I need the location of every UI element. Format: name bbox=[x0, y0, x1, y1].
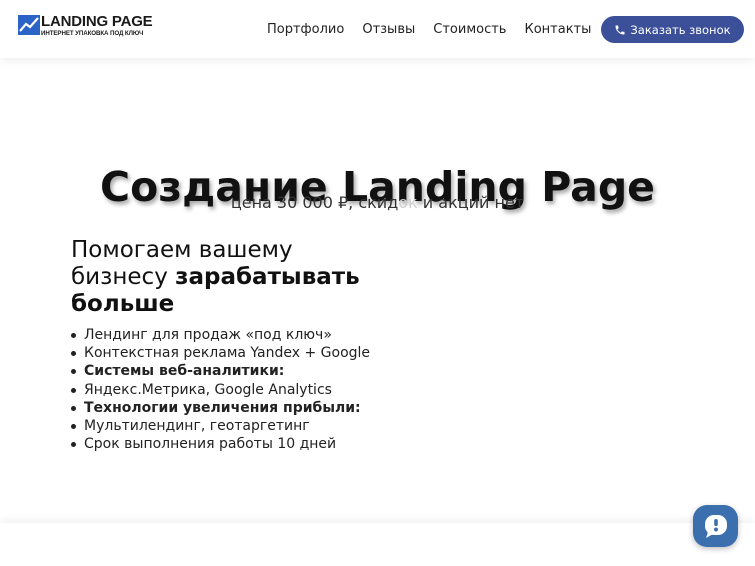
feature-item: Мультилендинг, геотаргетинг bbox=[70, 417, 370, 435]
nav-portfolio[interactable]: Портфолио bbox=[267, 22, 344, 37]
logo-title: LANDING PAGE bbox=[41, 13, 153, 30]
order-call-button[interactable]: Заказать звонок bbox=[601, 16, 744, 43]
nav-pricing[interactable]: Стоимость bbox=[433, 22, 506, 37]
nav-reviews[interactable]: Отзывы bbox=[362, 22, 415, 37]
phone-icon bbox=[615, 25, 625, 34]
lead-text: Помогаем вашему бизнесу зарабатывать бол… bbox=[71, 237, 391, 318]
landing-page: LANDING PAGE ИНТЕРНЕТ УПАКОВКА ПОД КЛЮЧ … bbox=[0, 0, 755, 566]
hero-subtitle-start: цена 30 000 ₽, скид bbox=[230, 193, 399, 212]
logo-subtitle: ИНТЕРНЕТ УПАКОВКА ПОД КЛЮЧ bbox=[41, 30, 144, 37]
site-header: LANDING PAGE ИНТЕРНЕТ УПАКОВКА ПОД КЛЮЧ … bbox=[0, 0, 755, 58]
hero-subtitle-end: и акций нет bbox=[417, 193, 525, 212]
feature-item: Лендинг для продаж «под ключ» bbox=[70, 326, 370, 344]
chat-bubble-icon bbox=[704, 515, 727, 538]
chat-widget-button[interactable] bbox=[693, 505, 738, 547]
features-list: Лендинг для продаж «под ключ» Контекстна… bbox=[70, 326, 370, 453]
hero-subtitle-faded: ок bbox=[398, 193, 418, 212]
feature-item: Яндекс.Метрика, Google Analytics bbox=[70, 381, 370, 399]
hero-subtitle: цена 30 000 ₽, скидок и акций нет bbox=[0, 193, 755, 212]
logo[interactable]: LANDING PAGE ИНТЕРНЕТ УПАКОВКА ПОД КЛЮЧ bbox=[18, 13, 153, 39]
feature-item: Контекстная реклама Yandex + Google bbox=[70, 345, 371, 362]
order-call-label: Заказать звонок bbox=[630, 22, 731, 37]
nav-contacts[interactable]: Контакты bbox=[524, 22, 591, 37]
feature-item-heading: Технологии увеличения прибыли: bbox=[70, 399, 370, 417]
feature-item: Срок выполнения работы 10 дней bbox=[70, 435, 370, 453]
feature-item-heading: Системы веб-аналитики: bbox=[70, 362, 370, 380]
trend-chart-icon bbox=[18, 15, 40, 35]
next-section bbox=[0, 523, 755, 566]
main-nav: Портфолио Отзывы Стоимость Контакты bbox=[267, 22, 591, 37]
